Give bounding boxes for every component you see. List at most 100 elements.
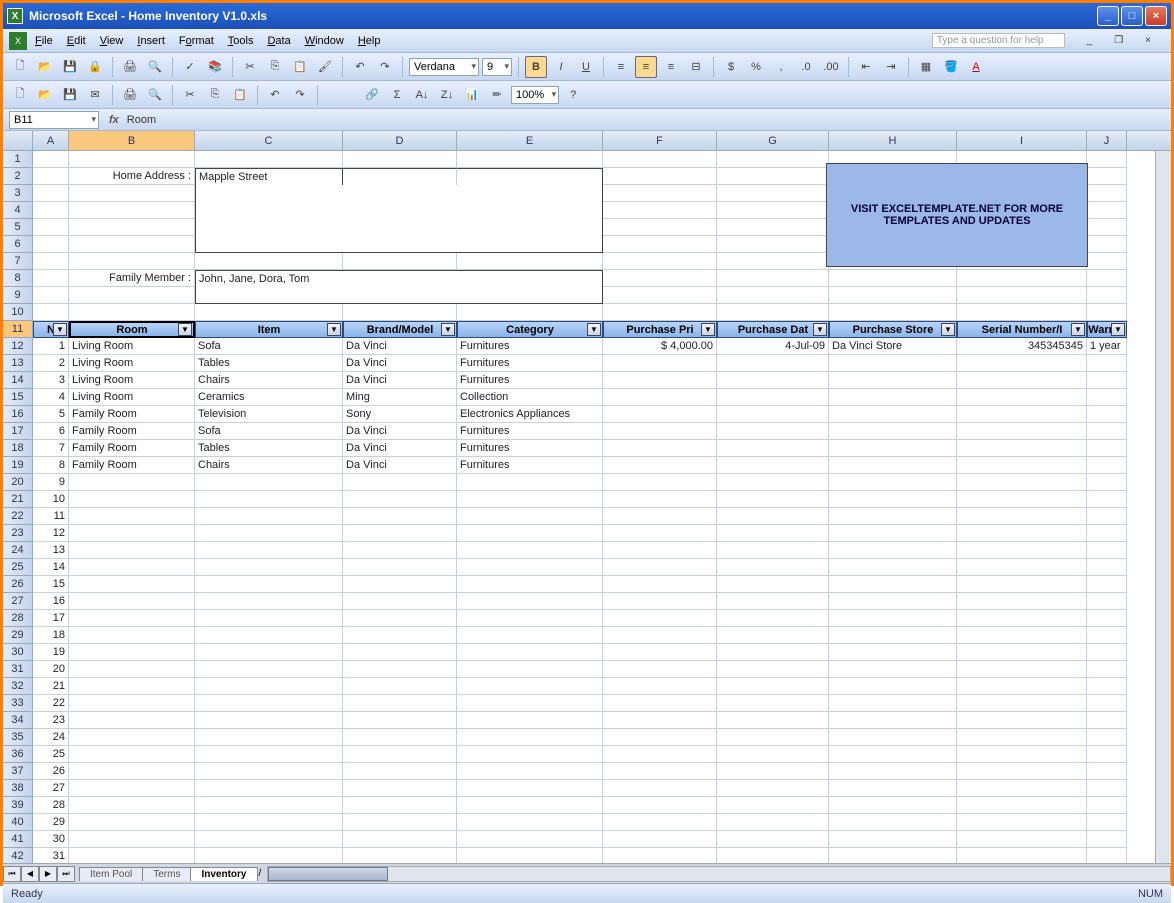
- select-all-button[interactable]: [3, 131, 33, 150]
- cell[interactable]: Family Member :: [69, 270, 195, 287]
- cell[interactable]: [603, 202, 717, 219]
- cell[interactable]: [1087, 593, 1127, 610]
- cell[interactable]: [457, 678, 603, 695]
- cell[interactable]: [457, 831, 603, 848]
- table-cell[interactable]: [717, 423, 829, 440]
- row-header[interactable]: 28: [3, 610, 33, 627]
- cell[interactable]: [717, 559, 829, 576]
- cell[interactable]: [195, 525, 343, 542]
- cell[interactable]: [1087, 304, 1127, 321]
- cell[interactable]: [717, 287, 829, 304]
- table-cell[interactable]: [1087, 457, 1127, 474]
- cell[interactable]: [343, 678, 457, 695]
- cell[interactable]: [457, 151, 603, 168]
- cell[interactable]: [457, 610, 603, 627]
- cell[interactable]: [829, 559, 957, 576]
- cell[interactable]: [717, 202, 829, 219]
- cell[interactable]: [1087, 831, 1127, 848]
- table-header[interactable]: Purchase Pri▼: [603, 321, 717, 338]
- cell[interactable]: [195, 202, 343, 219]
- font-color-button[interactable]: A: [965, 56, 987, 78]
- col-H[interactable]: H: [829, 131, 957, 150]
- cell[interactable]: [829, 287, 957, 304]
- cell[interactable]: [195, 151, 343, 168]
- cell[interactable]: [195, 219, 343, 236]
- research-icon[interactable]: 📚: [204, 56, 226, 78]
- mail-icon[interactable]: ✉: [84, 84, 106, 106]
- cell[interactable]: [717, 236, 829, 253]
- cell[interactable]: [33, 253, 69, 270]
- row-header[interactable]: 31: [3, 661, 33, 678]
- cell[interactable]: [603, 661, 717, 678]
- cut2-icon[interactable]: ✂: [179, 84, 201, 106]
- row-header[interactable]: 17: [3, 423, 33, 440]
- menu-data[interactable]: Data: [267, 35, 290, 47]
- table-cell[interactable]: Da Vinci: [343, 372, 457, 389]
- fill-color-button[interactable]: 🪣: [940, 56, 962, 78]
- cell[interactable]: [195, 627, 343, 644]
- cell[interactable]: [717, 593, 829, 610]
- cell[interactable]: [957, 729, 1087, 746]
- table-cell[interactable]: [717, 389, 829, 406]
- col-B[interactable]: B: [69, 131, 195, 150]
- cell[interactable]: [717, 814, 829, 831]
- row-header[interactable]: 23: [3, 525, 33, 542]
- open2-icon[interactable]: 📂: [34, 84, 56, 106]
- cell[interactable]: [603, 185, 717, 202]
- cell[interactable]: [603, 695, 717, 712]
- cell[interactable]: [457, 270, 603, 287]
- table-cell[interactable]: [603, 423, 717, 440]
- vertical-scrollbar[interactable]: [1155, 151, 1171, 863]
- cell[interactable]: [957, 848, 1087, 863]
- cell[interactable]: [343, 780, 457, 797]
- cell[interactable]: [1087, 474, 1127, 491]
- cell[interactable]: [603, 678, 717, 695]
- cell[interactable]: [603, 491, 717, 508]
- row-header[interactable]: 36: [3, 746, 33, 763]
- cell[interactable]: [1087, 576, 1127, 593]
- cell[interactable]: [69, 508, 195, 525]
- paste-icon[interactable]: 📋: [289, 56, 311, 78]
- table-cell[interactable]: [957, 440, 1087, 457]
- cell[interactable]: [1087, 780, 1127, 797]
- cell[interactable]: [195, 542, 343, 559]
- cell[interactable]: [829, 474, 957, 491]
- cell[interactable]: [69, 474, 195, 491]
- cell[interactable]: [69, 236, 195, 253]
- cell[interactable]: [457, 185, 603, 202]
- cell[interactable]: [717, 491, 829, 508]
- preview-icon[interactable]: 🔍: [144, 56, 166, 78]
- cell[interactable]: [603, 168, 717, 185]
- cell[interactable]: [69, 576, 195, 593]
- cell[interactable]: [33, 151, 69, 168]
- cell[interactable]: John, Jane, Dora, Tom: [195, 270, 343, 287]
- cell[interactable]: [957, 746, 1087, 763]
- doc-minimize-button[interactable]: _: [1087, 35, 1093, 46]
- cell[interactable]: [717, 576, 829, 593]
- cell[interactable]: [829, 576, 957, 593]
- row-header-7[interactable]: 7: [3, 253, 33, 270]
- cell[interactable]: [957, 270, 1087, 287]
- cell[interactable]: [603, 525, 717, 542]
- save-icon[interactable]: 💾: [59, 56, 81, 78]
- table-cell[interactable]: 2: [33, 355, 69, 372]
- table-cell[interactable]: [957, 372, 1087, 389]
- help-search-input[interactable]: Type a question for help: [932, 33, 1065, 48]
- table-cell[interactable]: 4: [33, 389, 69, 406]
- cell[interactable]: [829, 644, 957, 661]
- cell[interactable]: [1087, 729, 1127, 746]
- cell[interactable]: [343, 474, 457, 491]
- cell[interactable]: 13: [33, 542, 69, 559]
- cell[interactable]: [343, 202, 457, 219]
- cell[interactable]: [457, 253, 603, 270]
- row-header[interactable]: 41: [3, 831, 33, 848]
- cell[interactable]: [717, 185, 829, 202]
- cell[interactable]: [457, 287, 603, 304]
- cell[interactable]: [343, 287, 457, 304]
- cell[interactable]: [457, 491, 603, 508]
- cell[interactable]: [457, 661, 603, 678]
- cell[interactable]: [343, 168, 457, 185]
- cell[interactable]: 9: [33, 474, 69, 491]
- cell[interactable]: [1087, 270, 1127, 287]
- cell[interactable]: [829, 610, 957, 627]
